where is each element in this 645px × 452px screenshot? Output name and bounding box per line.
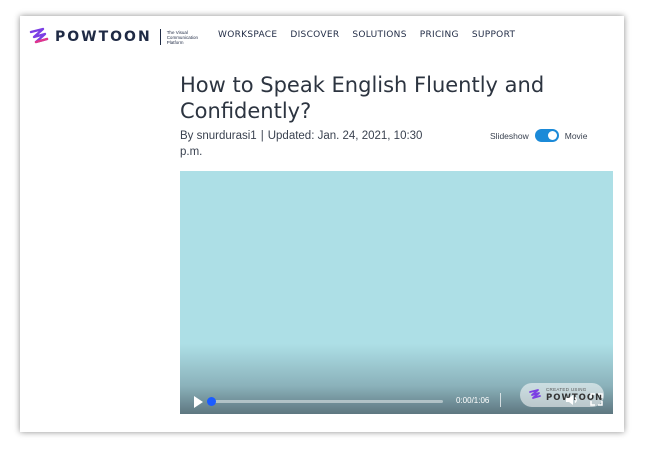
progress-handle[interactable] bbox=[207, 397, 216, 406]
author-link[interactable]: By snurdurasi1 bbox=[180, 130, 257, 142]
brand-name: POWTOON bbox=[55, 29, 152, 45]
view-mode-toggle: Slideshow Movie bbox=[490, 129, 587, 142]
page-title: How to Speak English Fluently and Confid… bbox=[180, 73, 545, 123]
play-icon[interactable] bbox=[194, 396, 203, 408]
badge-caption: CREATED USING bbox=[546, 387, 587, 392]
fullscreen-icon[interactable] bbox=[590, 393, 603, 406]
nav-item-discover[interactable]: DISCOVER bbox=[290, 30, 339, 40]
brand-tagline: The Visual Communication Platform bbox=[167, 30, 201, 45]
powtoon-logo[interactable]: POWTOON The Visual Communication Platfor… bbox=[28, 26, 201, 48]
main-nav: WORKSPACE DISCOVER SOLUTIONS PRICING SUP… bbox=[218, 30, 528, 40]
switch-knob bbox=[547, 131, 557, 140]
time-readout: 0:00/1:06 bbox=[456, 396, 490, 405]
nav-item-pricing[interactable]: PRICING bbox=[420, 30, 459, 40]
nav-item-workspace[interactable]: WORKSPACE bbox=[218, 30, 277, 40]
tagline-line: Platform bbox=[166, 39, 184, 45]
view-mode-switch[interactable] bbox=[534, 129, 559, 142]
site-header: POWTOON The Visual Communication Platfor… bbox=[20, 16, 624, 56]
logo-divider bbox=[159, 29, 161, 45]
powtoon-badge-icon bbox=[529, 389, 541, 399]
progress-bar[interactable] bbox=[210, 400, 443, 403]
slideshow-label[interactable]: Slideshow bbox=[490, 131, 529, 141]
volume-icon[interactable] bbox=[565, 394, 579, 406]
browser-frame: POWTOON The Visual Communication Platfor… bbox=[20, 16, 624, 432]
video-player[interactable]: 0:00/1:06 CREATED USING POWTOON bbox=[180, 171, 613, 414]
nav-item-support[interactable]: SUPPORT bbox=[472, 30, 515, 40]
meta-separator: | bbox=[260, 130, 264, 142]
powtoon-logo-icon bbox=[29, 27, 49, 44]
nav-item-solutions[interactable]: SOLUTIONS bbox=[352, 30, 406, 40]
article-meta: By snurdurasi1 | Updated: Jan. 24, 2021, 1… bbox=[180, 128, 440, 160]
movie-label[interactable]: Movie bbox=[565, 131, 588, 141]
controls-divider bbox=[500, 393, 501, 407]
